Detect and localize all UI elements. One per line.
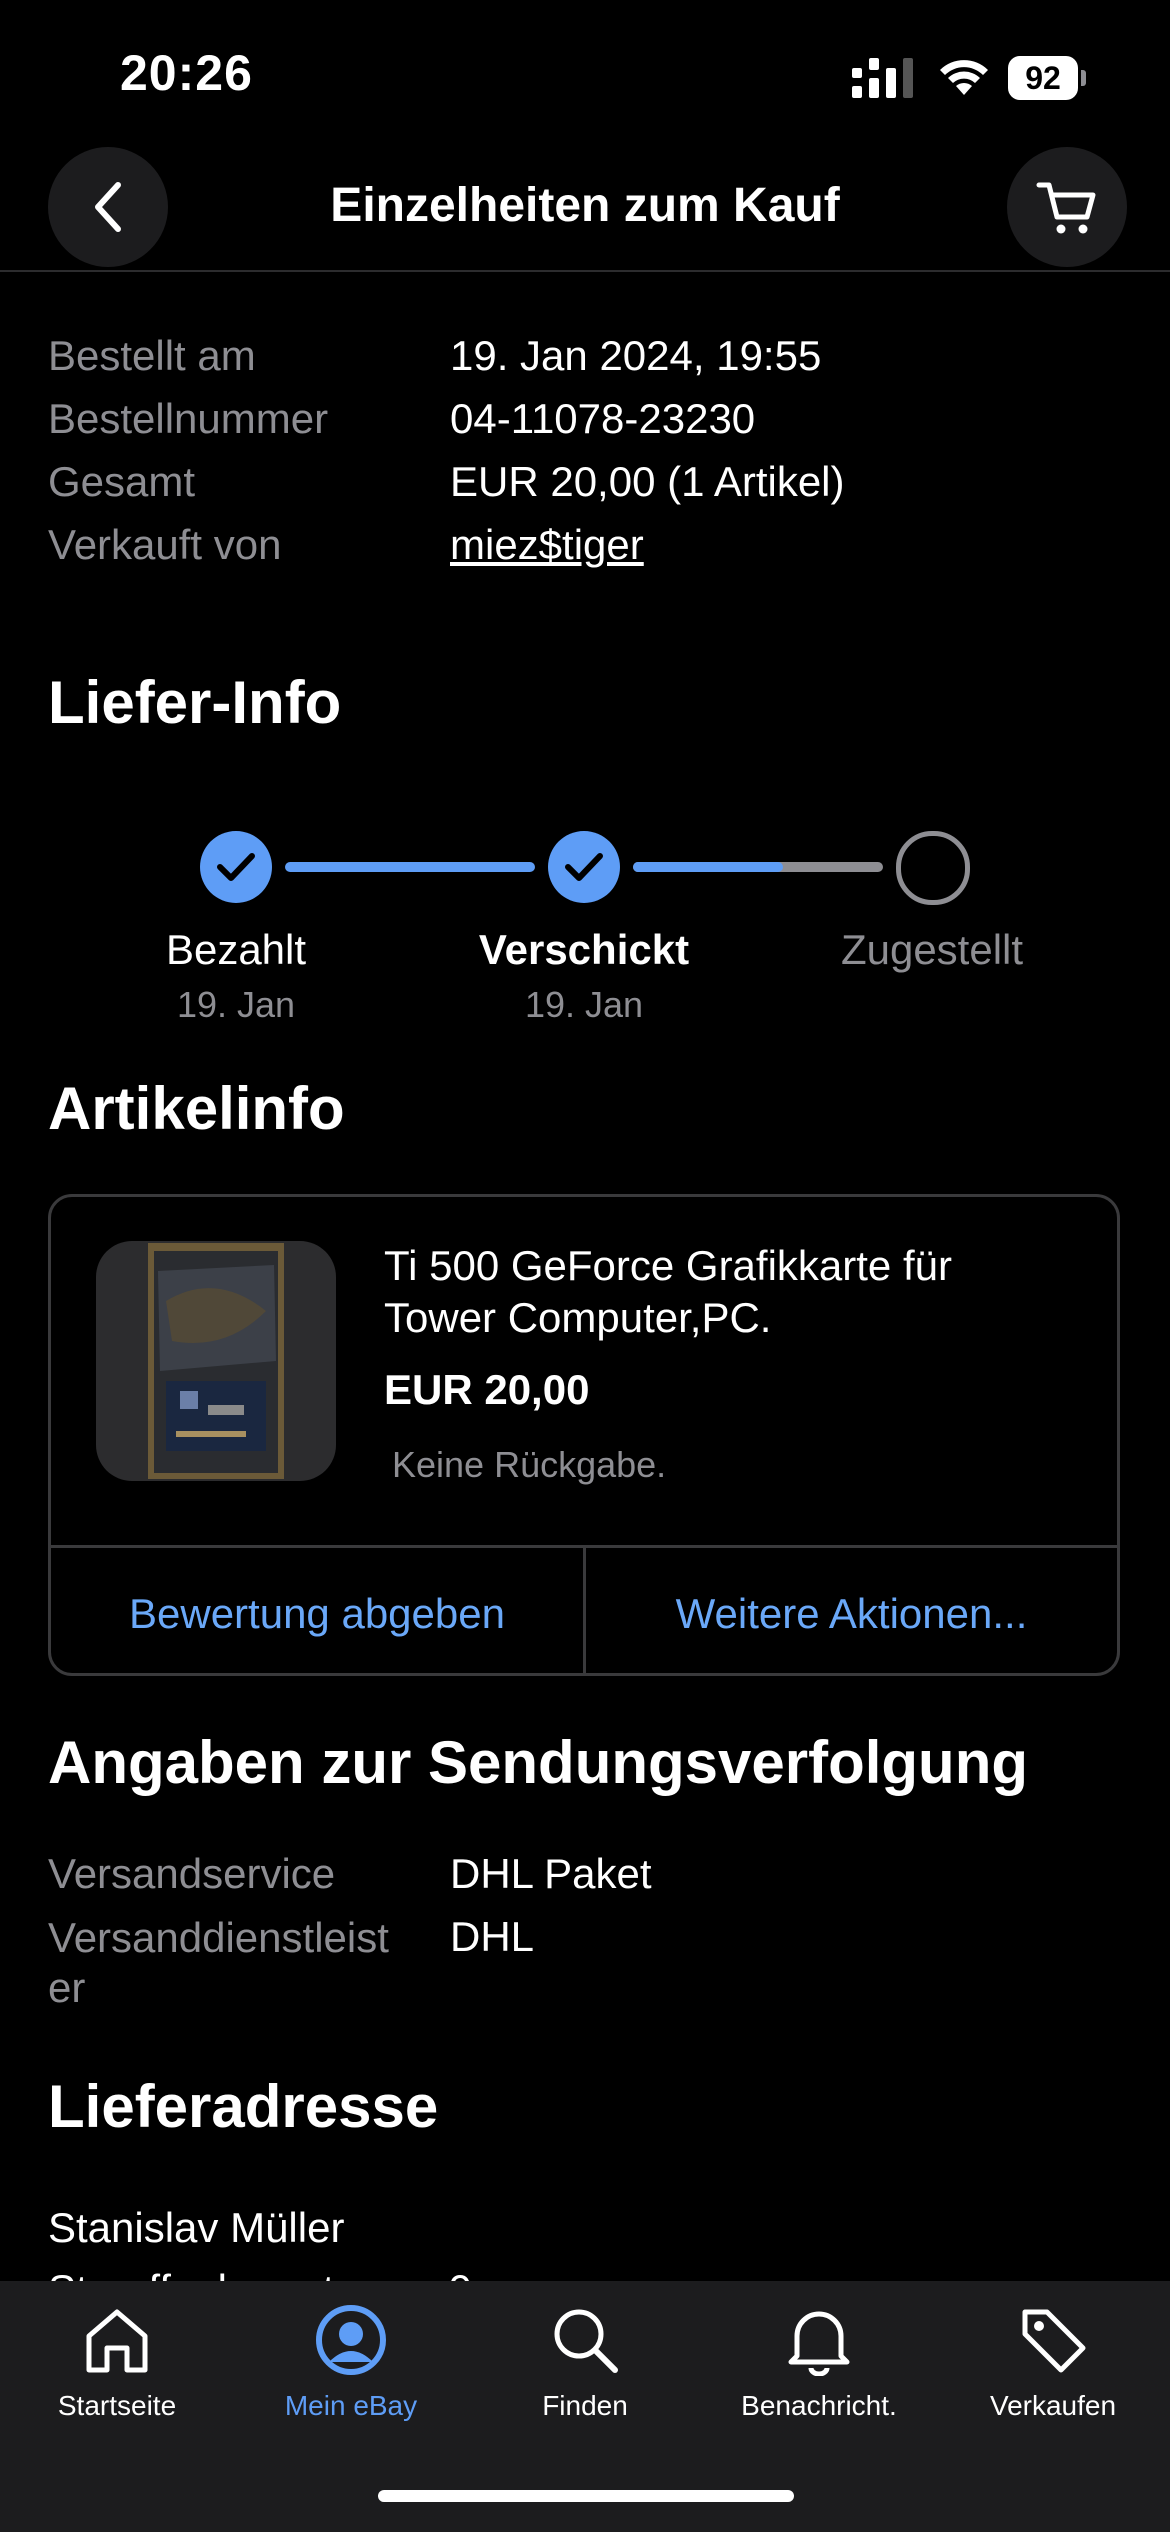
- battery-level: 92: [1008, 56, 1078, 100]
- step-delivered-label: Zugestellt: [840, 926, 1024, 973]
- step-shipped-date: 19. Jan: [524, 984, 644, 1025]
- item-price: EUR 20,00: [384, 1366, 590, 1413]
- tab-sell[interactable]: Verkaufen: [936, 2300, 1170, 2422]
- header-divider: [0, 270, 1170, 272]
- leave-feedback-button[interactable]: Bewertung abgeben: [51, 1590, 583, 1638]
- item-heading: Artikelinfo: [48, 1075, 345, 1142]
- order-total-value: EUR 20,00 (1 Artikel): [450, 458, 845, 505]
- tab-my-ebay[interactable]: Mein eBay: [234, 2300, 468, 2422]
- battery-indicator: 92: [1008, 56, 1088, 100]
- carrier-label: Versanddienstleist er: [48, 1913, 389, 2013]
- step-delivered-indicator: [896, 831, 970, 905]
- cart-button[interactable]: [1007, 147, 1127, 267]
- tab-notifications[interactable]: Benachricht.: [702, 2300, 936, 2422]
- item-returns: Keine Rückgabe.: [392, 1444, 667, 1485]
- step-paid-indicator: [200, 831, 272, 903]
- home-indicator: [378, 2490, 794, 2502]
- seller-link[interactable]: miez$tiger: [450, 521, 644, 569]
- tab-search[interactable]: Finden: [468, 2300, 702, 2422]
- address-name: Stanislav Müller: [48, 2204, 345, 2251]
- home-icon: [86, 2309, 148, 2373]
- tab-home-label: Startseite: [57, 2390, 177, 2421]
- battery-tip: [1081, 70, 1086, 86]
- cellular-signal-icon: [852, 58, 913, 98]
- carrier-label-line-2: er: [48, 1964, 86, 2011]
- progress-bar-2-fill: [633, 862, 783, 872]
- page-title: Einzelheiten zum Kauf: [330, 179, 840, 232]
- tab-home[interactable]: Startseite: [0, 2300, 234, 2422]
- check-icon: [217, 853, 255, 881]
- check-icon: [565, 853, 603, 881]
- seller-label: Verkauft von: [48, 521, 282, 568]
- search-icon: [554, 2309, 618, 2373]
- wifi-icon: [940, 60, 988, 95]
- tracking-heading: Angaben zur Sendungsverfolgung: [48, 1729, 1029, 1796]
- status-time: 20:26: [120, 45, 253, 101]
- tab-search-label: Finden: [542, 2390, 628, 2421]
- cart-icon: [1036, 182, 1096, 234]
- tab-sell-label: Verkaufen: [989, 2390, 1117, 2421]
- progress-bar-1: [285, 862, 535, 872]
- address-heading: Lieferadresse: [48, 2073, 439, 2140]
- bell-icon: [788, 2311, 850, 2376]
- item-title[interactable]: Ti 500 GeForce Grafikkarte für Tower Com…: [384, 1240, 952, 1344]
- step-shipped-label: Verschickt: [478, 926, 690, 973]
- more-actions-button[interactable]: Weitere Aktionen...: [586, 1590, 1117, 1638]
- carrier-label-line-1: Versanddienstleist: [48, 1914, 389, 1961]
- carrier-value: DHL: [450, 1913, 535, 1960]
- order-number-label: Bestellnummer: [48, 395, 329, 442]
- step-paid-date: 19. Jan: [176, 984, 296, 1025]
- graphics-card-image: [148, 1243, 284, 1479]
- order-date-label: Bestellt am: [48, 332, 256, 379]
- order-total-label: Gesamt: [48, 458, 196, 505]
- delivery-heading: Liefer-Info: [48, 669, 342, 736]
- order-number-value: 04-11078-23230: [450, 395, 756, 442]
- item-title-line-2: Tower Computer,PC.: [384, 1294, 772, 1341]
- step-paid-label: Bezahlt: [165, 926, 307, 973]
- tag-icon: [1022, 2309, 1086, 2373]
- tab-my-ebay-label: Mein eBay: [284, 2390, 418, 2421]
- shipping-service-label: Versandservice: [48, 1850, 336, 1897]
- shipping-service-value: DHL Paket: [450, 1850, 652, 1897]
- item-image[interactable]: [96, 1241, 336, 1481]
- tab-notifications-label: Benachricht.: [741, 2390, 897, 2421]
- step-shipped-indicator: [548, 831, 620, 903]
- item-title-line-1: Ti 500 GeForce Grafikkarte für: [384, 1242, 952, 1289]
- profile-icon: [316, 2305, 386, 2375]
- order-date-value: 19. Jan 2024, 19:55: [450, 332, 822, 379]
